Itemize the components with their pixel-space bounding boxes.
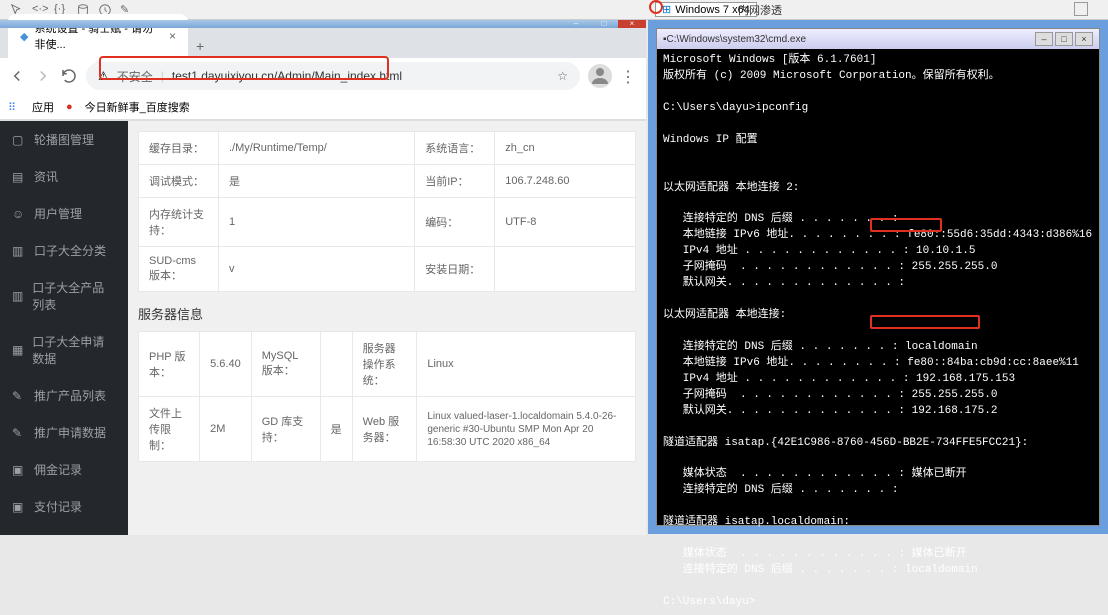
sidebar-label: 推广申请数据 [34, 424, 106, 441]
sidebar-item-carousel[interactable]: ▢ 轮播图管理 [0, 121, 128, 158]
cmd-title: C:\Windows\system32\cmd.exe [667, 34, 807, 45]
user-icon: ☺ [12, 207, 26, 221]
menu-button[interactable]: ⋮ [620, 67, 638, 85]
book-icon: ▤ [12, 170, 26, 184]
list-icon: ▥ [12, 244, 26, 258]
sidebar-item-apply[interactable]: ▦ 口子大全申请数据 [0, 323, 128, 377]
data-icon: ▦ [12, 343, 24, 357]
cmd-minimize[interactable]: – [1035, 32, 1053, 46]
expand-icon[interactable] [1074, 2, 1088, 16]
sidebar-label: 用户管理 [34, 205, 82, 222]
reload-button[interactable] [60, 67, 78, 85]
table-row: SUD-cms 版本：v安装日期： [139, 247, 636, 292]
bookmark-1[interactable]: 今日新鲜事_百度搜索 [85, 99, 190, 115]
edit-icon: ✎ [12, 426, 26, 440]
sidebar-label: 支付记录 [34, 498, 82, 515]
browser-window: – □ × ◆ 系统设置 - 骑士赋 - 请勿非使... × + ⚠ 不安全 |… [0, 20, 646, 534]
sidebar-item-commission[interactable]: ▣ 佣金记录 [0, 451, 128, 488]
window-titlebar[interactable]: – □ × [0, 20, 646, 28]
list-icon: ▥ [12, 289, 24, 303]
sidebar-label: 推广产品列表 [34, 387, 106, 404]
insecure-label: 不安全 [117, 68, 153, 85]
vm-logo-icon: ⊞ [662, 3, 671, 16]
cmd-maximize[interactable]: □ [1055, 32, 1073, 46]
desktop-right: ▪ C:\Windows\system32\cmd.exe – □ × Micr… [648, 20, 1108, 534]
tab-close-icon[interactable]: × [169, 29, 176, 43]
table-row: 调试模式：是当前IP：106.7.248.60 [139, 165, 636, 198]
main-panel: 缓存目录：./My/Runtime/Temp/系统语言：zh_cn 调试模式：是… [128, 121, 646, 535]
section-title: 服务器信息 [138, 304, 636, 323]
insecure-icon: ⚠ [98, 69, 109, 83]
table-row: PHP 版本：5.6.40 MySQL 版本： 服务器操作系统：Linux [139, 332, 636, 397]
tab-favicon-icon: ◆ [20, 30, 28, 43]
minimize-button[interactable]: – [562, 20, 590, 28]
sidebar-item-category[interactable]: ▥ 口子大全分类 [0, 232, 128, 269]
sidebar-label: 口子大全申请数据 [32, 333, 116, 367]
sidebar-label: 口子大全分类 [34, 242, 106, 259]
cmd-window[interactable]: ▪ C:\Windows\system32\cmd.exe – □ × Micr… [656, 28, 1100, 526]
forward-button[interactable] [34, 67, 52, 85]
cmd-close[interactable]: × [1075, 32, 1093, 46]
sidebar-item-users[interactable]: ☺ 用户管理 [0, 195, 128, 232]
new-tab-button[interactable]: + [188, 34, 212, 58]
sidebar-item-news[interactable]: ▤ 资讯 [0, 158, 128, 195]
maximize-button[interactable]: □ [590, 20, 618, 28]
bookmark-star-icon[interactable]: ☆ [557, 69, 568, 83]
sidebar-label: 口子大全产品列表 [32, 279, 116, 313]
sidebar-label: 资讯 [34, 168, 58, 185]
table-row: 内存统计支持：1编码：UTF-8 [139, 198, 636, 247]
vm-suffix: 内网渗透 [738, 2, 782, 18]
sidebar-item-promo-products[interactable]: ✎ 推广产品列表 [0, 377, 128, 414]
sidebar-item-products[interactable]: ▥ 口子大全产品列表 [0, 269, 128, 323]
image-icon: ▢ [12, 133, 26, 147]
admin-sidebar: ▢ 轮播图管理 ▤ 资讯 ☺ 用户管理 ▥ 口子大全分类 ▥ 口子大全产品列表 ▦ 口子大全… [0, 121, 128, 535]
sidebar-label: 佣金记录 [34, 461, 82, 478]
cmd-titlebar[interactable]: ▪ C:\Windows\system32\cmd.exe – □ × [657, 29, 1099, 49]
bookmark-icon: ● [66, 101, 73, 113]
apps-icon[interactable]: ⠿ [8, 101, 20, 113]
edit-icon: ✎ [12, 389, 26, 403]
address-bar[interactable]: ⚠ 不安全 | test1.dayuixiyou.cn/Admin/Main_i… [86, 62, 580, 90]
back-button[interactable] [8, 67, 26, 85]
tab-bar: ◆ 系统设置 - 骑士赋 - 请勿非使... × + [0, 28, 646, 58]
system-info-table: 缓存目录：./My/Runtime/Temp/系统语言：zh_cn 调试模式：是… [138, 131, 636, 292]
cmd-output[interactable]: Microsoft Windows [版本 6.1.7601] 版权所有 (c)… [657, 49, 1099, 615]
bookmarks-bar: ⠿ 应用 ● 今日新鲜事_百度搜索 [0, 94, 646, 120]
url-text: test1.dayuixiyou.cn/Admin/Main_index.htm… [172, 69, 402, 83]
table-row: 缓存目录：./My/Runtime/Temp/系统语言：zh_cn [139, 132, 636, 165]
server-info-table: PHP 版本：5.6.40 MySQL 版本： 服务器操作系统：Linux 文件… [138, 331, 636, 462]
profile-avatar[interactable] [588, 64, 612, 88]
nav-bar: ⚠ 不安全 | test1.dayuixiyou.cn/Admin/Main_i… [0, 58, 646, 94]
close-button[interactable]: × [618, 20, 646, 28]
sidebar-item-payment[interactable]: ▣ 支付记录 [0, 488, 128, 525]
table-row: 文件上传限制：2M GD 库支持：是 Web 服务器：Linux valued-… [139, 397, 636, 462]
money-icon: ▣ [12, 500, 26, 514]
apps-label[interactable]: 应用 [32, 99, 54, 115]
sidebar-item-promo-apply[interactable]: ✎ 推广申请数据 [0, 414, 128, 451]
money-icon: ▣ [12, 463, 26, 477]
sidebar-label: 轮播图管理 [34, 131, 94, 148]
